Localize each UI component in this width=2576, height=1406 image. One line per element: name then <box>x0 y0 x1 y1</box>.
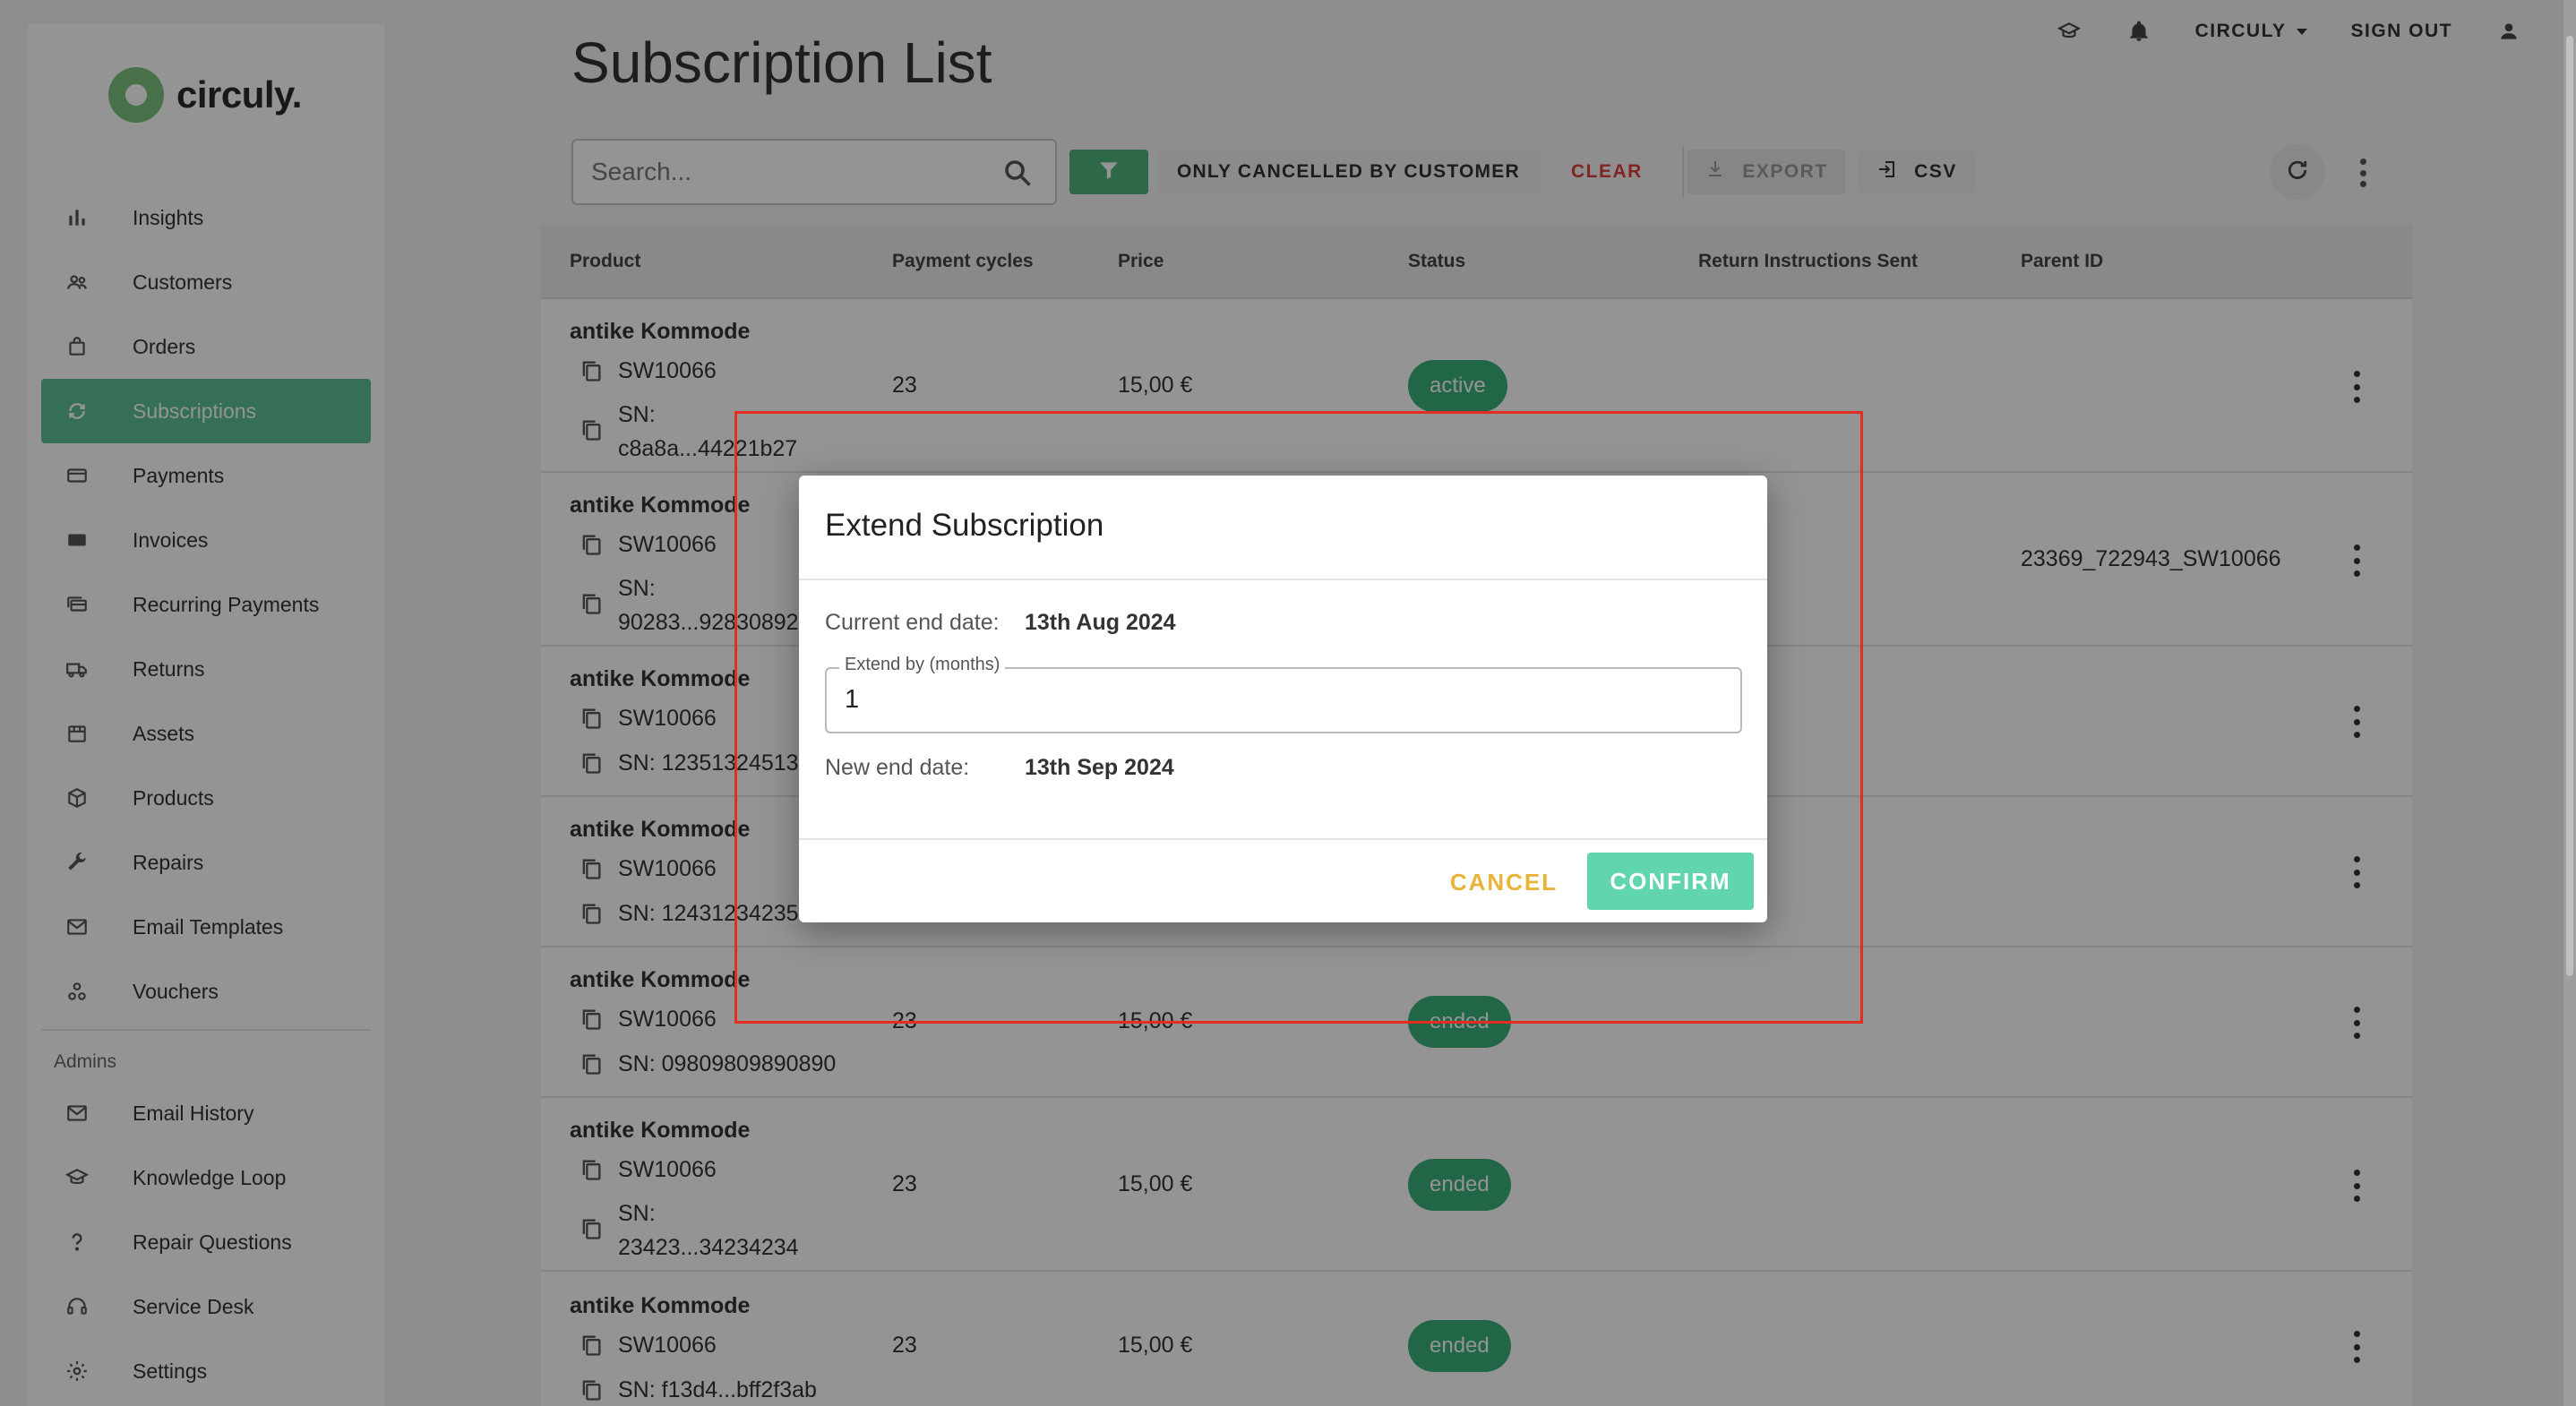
page-scrollbar[interactable] <box>2563 0 2576 1406</box>
scrollbar-thumb[interactable] <box>2566 36 2573 976</box>
highlight-frame <box>734 411 1863 1024</box>
